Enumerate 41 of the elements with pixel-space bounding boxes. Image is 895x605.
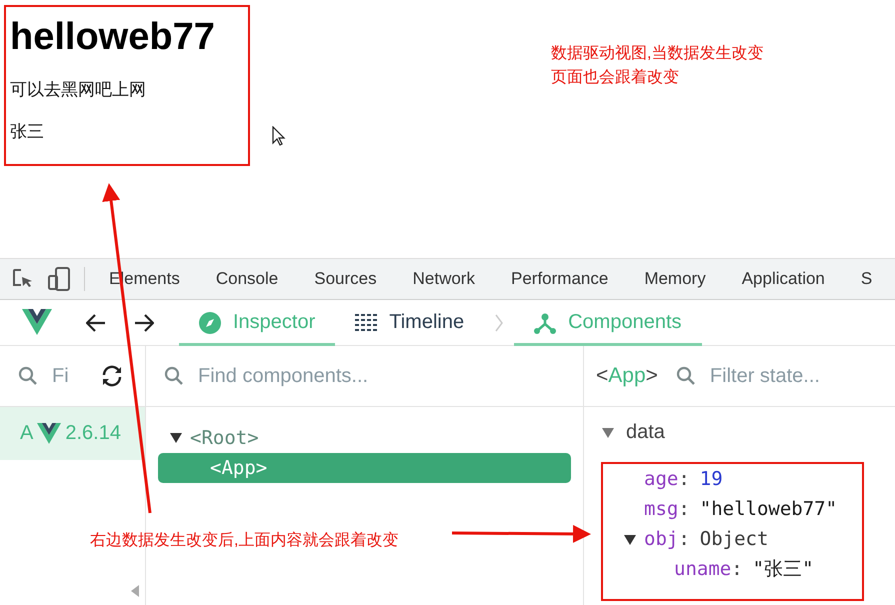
search-icon [676,366,696,386]
back-arrow-icon[interactable] [86,314,106,332]
devtools-tab[interactable]: Application [742,269,825,289]
message-text: 可以去黑网吧上网 [10,79,146,101]
data-field: msg: "helloweb77" [644,498,838,520]
component-title: <App> [596,364,658,388]
annotation-text: 数据驱动视图,当数据发生改变 [551,44,764,64]
devtools-tab[interactable]: Sources [314,269,377,289]
devtools-tab[interactable]: Memory [644,269,706,289]
tree-item[interactable]: <Root> [158,423,571,453]
data-field: obj: Object [644,528,768,550]
refresh-icon[interactable] [100,365,124,387]
annotation-text: 右边数据发生改变后,上面内容就会跟着改变 [90,530,398,551]
devtools-tab[interactable]: Network [412,269,475,289]
devtools-tab[interactable]: S [860,269,872,289]
chevron-icon [494,312,504,332]
annotation-text: 页面也会跟着改变 [551,68,680,88]
caret-icon[interactable] [170,433,182,443]
cursor-icon [272,126,286,146]
name-text: 张三 [10,121,44,143]
data-field: age: 19 [644,468,723,490]
vue-logo-icon [22,309,52,336]
component-tree-icon [534,312,556,334]
data-field: uname: "张三" [674,556,814,582]
forward-arrow-icon[interactable] [134,314,154,332]
filter-field[interactable]: Fi [50,364,80,388]
section-title[interactable]: data [626,421,665,444]
timeline-icon [355,314,378,332]
page-heading: helloweb77 [10,15,215,59]
filter-field[interactable]: Filter state... [708,364,878,388]
devtools-tab[interactable]: Performance [510,269,608,289]
vue-logo-icon [37,423,62,444]
inspect-element-icon[interactable] [12,268,34,290]
vue-tab[interactable]: Timeline [335,300,484,346]
devtools-tab[interactable]: Console [216,269,278,289]
device-toggle-icon[interactable] [48,267,70,291]
search-field[interactable]: Find components... [196,364,556,388]
compass-icon [199,312,221,334]
search-icon [164,366,184,386]
caret-icon[interactable] [624,535,636,545]
search-icon [18,366,38,386]
